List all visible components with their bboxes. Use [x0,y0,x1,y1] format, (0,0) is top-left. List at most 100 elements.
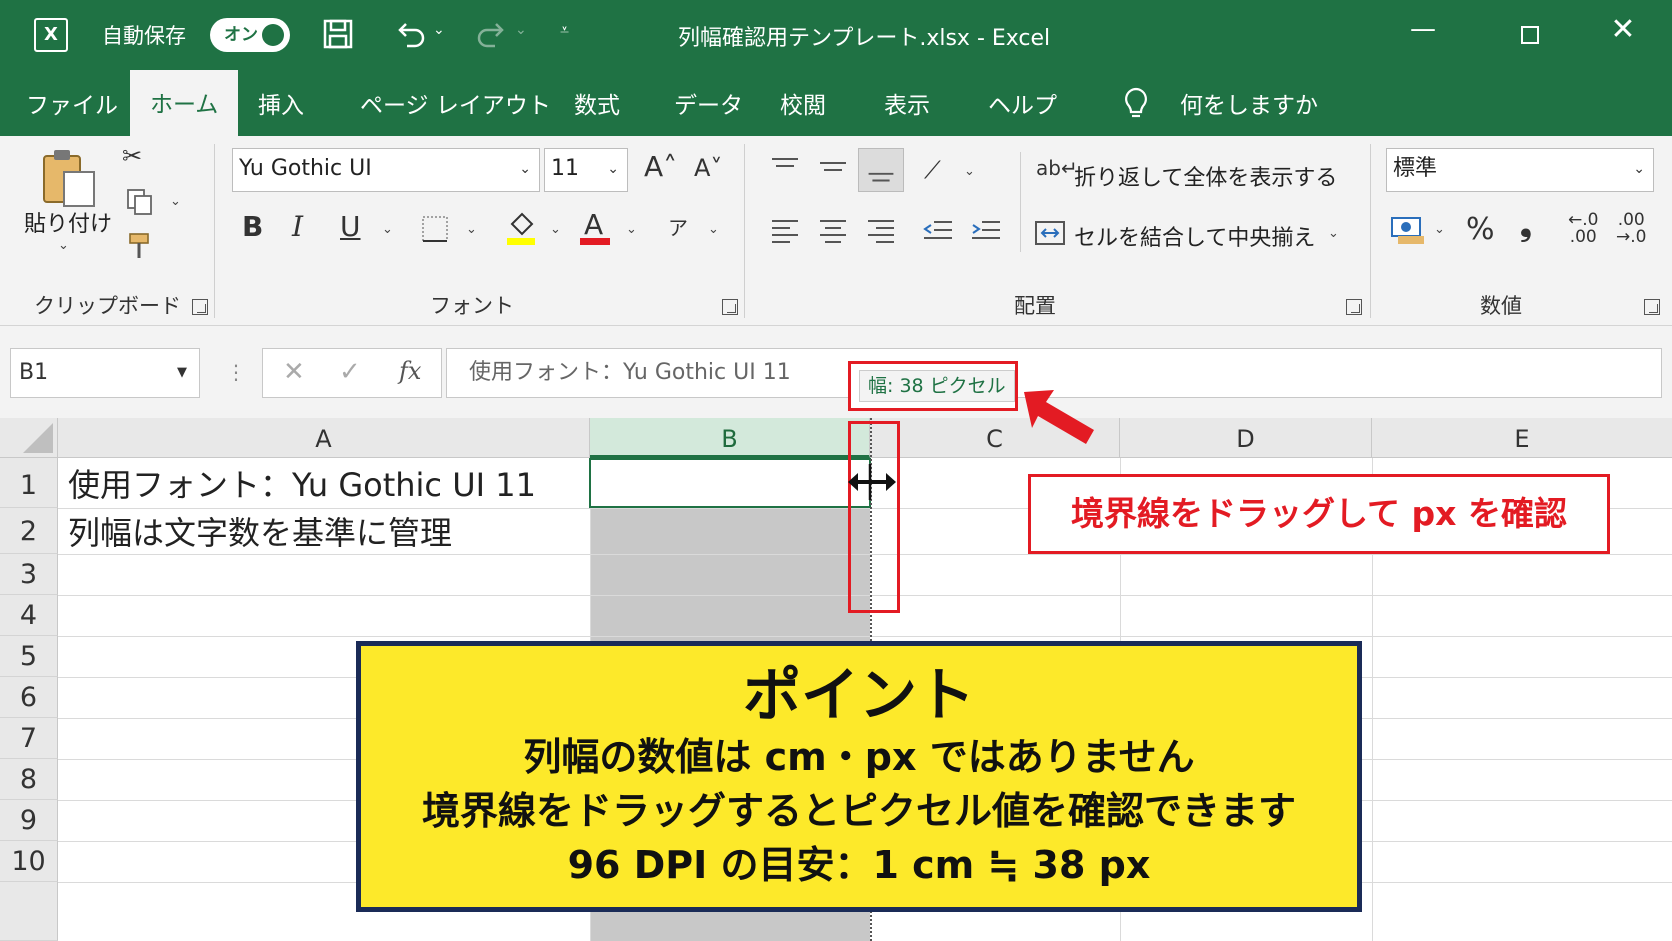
format-painter-icon[interactable] [126,232,156,260]
row-header-10[interactable]: 10 [0,841,58,882]
paste-dropdown-icon[interactable]: ⌄ [58,238,69,253]
cell-a2[interactable]: 列幅は文字数を基準に管理 [68,508,452,554]
cut-icon[interactable]: ✂ [122,142,142,170]
font-color-icon[interactable]: A [578,208,612,246]
close-button[interactable]: ✕ [1600,12,1646,52]
tab-page-layout[interactable]: ページ レイアウト [340,84,571,136]
tell-me-search[interactable]: 何をしますか [1160,84,1338,136]
tab-view[interactable]: 表示 [864,84,950,136]
tab-help[interactable]: ヘルプ [968,84,1077,136]
tab-data[interactable]: データ [654,84,763,136]
column-header-e[interactable]: E [1372,418,1672,458]
row-header-4[interactable]: 4 [0,595,58,636]
checkmark-icon[interactable]: ✓ [339,357,361,387]
select-all-corner[interactable] [0,418,58,458]
pointer-arrow-icon [1024,390,1094,444]
customize-toolbar-icon[interactable]: ⩡ [560,20,569,40]
row-header-2[interactable]: 2 [0,508,58,554]
decrease-indent-icon[interactable] [922,216,954,244]
comma-style-icon[interactable]: ❟ [1520,208,1532,243]
row-header-7[interactable]: 7 [0,718,58,759]
percent-style-icon[interactable]: % [1466,212,1495,247]
row-header-5[interactable]: 5 [0,636,58,677]
increase-decimal-icon[interactable]: ←.0.00 [1568,212,1598,246]
cancel-icon[interactable]: ✕ [283,357,305,387]
font-size-select[interactable]: 11 ⌄ [544,148,628,192]
tab-insert[interactable]: 挿入 [238,84,324,136]
divider [1020,152,1021,252]
font-name-select[interactable]: Yu Gothic UI ⌄ [232,148,540,192]
accounting-dropdown-icon[interactable]: ⌄ [1434,222,1445,237]
tab-file[interactable]: ファイル [6,84,138,136]
column-header-b[interactable]: B [590,418,870,458]
cell-a1[interactable]: 使用フォント：Yu Gothic UI 11 [68,460,536,506]
column-header-d[interactable]: D [1120,418,1372,458]
name-box[interactable]: B1 ▼ [10,348,200,398]
increase-font-icon[interactable]: A˄ [644,150,677,183]
drag-handle-icon[interactable]: ⋮ [226,360,246,384]
redo-icon[interactable] [475,18,509,50]
title-bar: X 自動保存 オン ⌄ ⌄ ⩡ 列幅確認用テンプレート.xlsx - Excel… [0,0,1672,70]
copy-icon[interactable] [126,188,154,216]
decrease-font-icon[interactable]: A˅ [694,154,722,182]
phonetic-dropdown-icon[interactable]: ⌄ [708,222,719,237]
orientation-dropdown-icon[interactable]: ⌄ [964,164,975,179]
row-header-11[interactable] [0,882,58,941]
underline-icon[interactable]: U [340,210,361,243]
middle-align-icon[interactable] [818,156,848,178]
autosave-toggle[interactable]: オン [210,18,290,52]
alignment-launcher-icon[interactable] [1346,299,1362,315]
accounting-format-icon[interactable] [1390,214,1426,246]
paste-icon[interactable] [38,146,100,208]
underline-dropdown-icon[interactable]: ⌄ [382,222,393,237]
row-header-8[interactable]: 8 [0,759,58,800]
bold-icon[interactable]: B [242,210,263,243]
font-launcher-icon[interactable] [722,299,738,315]
font-color-dropdown-icon[interactable]: ⌄ [626,222,637,237]
number-group-label: 数値 [1480,294,1522,318]
undo-dropdown-icon[interactable]: ⌄ [433,22,445,38]
decrease-decimal-icon[interactable]: .00 →.0 [1616,212,1646,246]
tab-home[interactable]: ホーム [130,70,239,136]
bottom-align-icon[interactable] [858,148,904,192]
copy-dropdown-icon[interactable]: ⌄ [170,194,181,209]
fill-color-dropdown-icon[interactable]: ⌄ [550,222,561,237]
orientation-icon[interactable]: ⟋ [924,156,941,184]
row-header-1[interactable]: 1 [0,458,58,508]
undo-icon[interactable] [393,18,427,50]
wrap-text-icon[interactable]: ab↵ [1036,156,1078,180]
number-format-select[interactable]: 標準 ⌄ [1386,148,1654,192]
row-header-6[interactable]: 6 [0,677,58,718]
insert-function-icon[interactable]: fx [399,357,421,385]
chevron-down-icon: ⌄ [607,161,619,177]
merge-center-button[interactable]: セルを結合して中央揃え [1074,220,1315,252]
maximize-button[interactable] [1508,14,1554,54]
row-header-3[interactable]: 3 [0,554,58,595]
active-cell-b1[interactable] [589,458,871,508]
merge-center-icon[interactable] [1034,220,1066,246]
borders-icon[interactable] [420,214,450,244]
borders-dropdown-icon[interactable]: ⌄ [466,222,477,237]
paste-label[interactable]: 貼り付け [24,206,112,238]
align-left-icon[interactable] [770,218,800,244]
number-launcher-icon[interactable] [1644,299,1660,315]
save-icon[interactable] [322,18,354,50]
column-header-a[interactable]: A [58,418,590,458]
clipboard-launcher-icon[interactable] [192,299,208,315]
top-align-icon[interactable] [770,156,800,178]
tab-review[interactable]: 校閲 [760,84,846,136]
row-header-9[interactable]: 9 [0,800,58,841]
fill-color-icon[interactable] [504,210,538,246]
italic-icon[interactable]: I [292,210,303,243]
align-right-icon[interactable] [866,218,896,244]
wrap-text-button[interactable]: 折り返して全体を表示する [1074,160,1337,192]
font-name-value: Yu Gothic UI [239,156,372,181]
merge-dropdown-icon[interactable]: ⌄ [1328,226,1339,241]
tab-formulas[interactable]: 数式 [554,84,640,136]
increase-indent-icon[interactable] [970,216,1002,244]
point-callout: ポイント 列幅の数値は cm・px ではありません 境界線をドラッグするとピクセ… [356,641,1362,912]
phonetic-icon[interactable]: ア [668,212,688,241]
minimize-button[interactable]: — [1400,14,1446,54]
align-center-icon[interactable] [818,218,848,244]
redo-dropdown-icon[interactable]: ⌄ [515,22,527,38]
